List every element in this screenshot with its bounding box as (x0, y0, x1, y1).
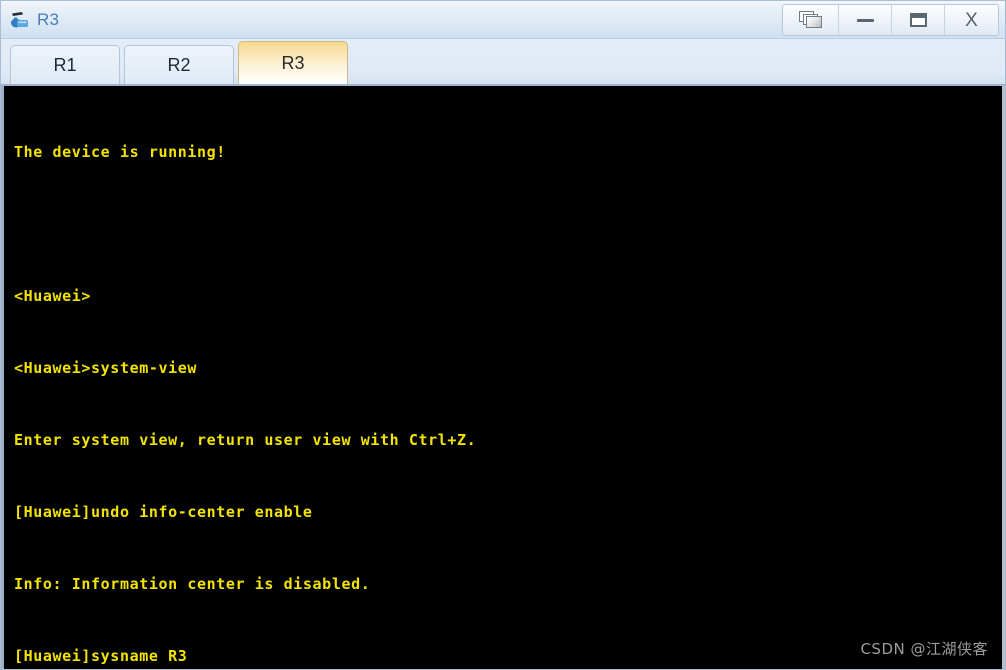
tab-r2-label: R2 (167, 54, 191, 75)
close-icon: X (965, 9, 978, 31)
terminal-output[interactable]: The device is running! <Huawei> <Huawei>… (4, 86, 1002, 669)
terminal-panel[interactable]: The device is running! <Huawei> <Huawei>… (1, 86, 1005, 669)
tab-r3-label: R3 (281, 52, 305, 73)
minimize-icon (856, 18, 874, 22)
cascade-windows-button[interactable] (783, 5, 839, 35)
maximize-icon (909, 13, 927, 27)
close-button[interactable]: X (945, 5, 998, 35)
tab-r1[interactable]: R1 (10, 45, 120, 84)
terminal-line: [Huawei]undo info-center enable (14, 503, 313, 521)
terminal-line: Enter system view, return user view with… (14, 431, 477, 449)
tab-r1-label: R1 (53, 54, 77, 75)
device-tab-strip: R1 R2 R3 (1, 39, 1005, 86)
minimize-button[interactable] (839, 5, 892, 35)
title-bar-left: R3 (1, 9, 59, 31)
title-bar: R3 X (1, 1, 1005, 39)
tab-r3[interactable]: R3 (238, 41, 348, 84)
terminal-line: <Huawei> (14, 287, 92, 305)
terminal-line: The device is running! (14, 143, 226, 161)
maximize-button[interactable] (892, 5, 945, 35)
terminal-line: Info: Information center is disabled. (14, 575, 371, 593)
router-device-icon (9, 9, 31, 31)
router-cli-window: R3 X R1 R2 R3 The device is running! <Hu… (0, 0, 1006, 670)
terminal-line: <Huawei>system-view (14, 359, 197, 377)
cascade-windows-icon (798, 11, 823, 29)
window-controls: X (782, 4, 999, 36)
terminal-line: [Huawei]sysname R3 (14, 647, 188, 665)
tab-r2[interactable]: R2 (124, 45, 234, 84)
window-title: R3 (37, 10, 60, 29)
